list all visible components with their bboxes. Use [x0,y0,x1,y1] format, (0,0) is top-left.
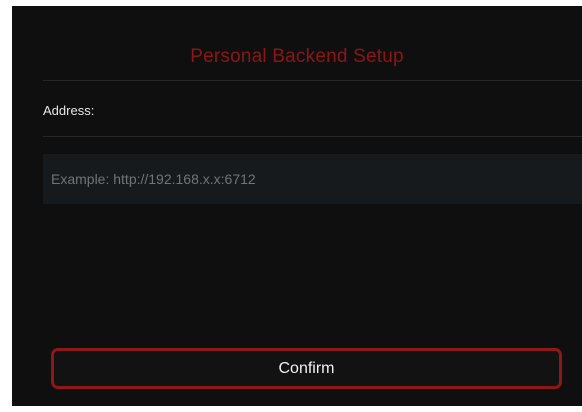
dialog-title: Personal Backend Setup [190,46,404,67]
address-label: Address: [43,103,95,118]
label-divider [43,136,582,137]
title-divider [43,80,582,81]
confirm-button[interactable]: Confirm [51,348,562,389]
backend-setup-dialog: Personal Backend Setup Address: Confirm [12,6,582,406]
address-input[interactable] [43,154,582,204]
